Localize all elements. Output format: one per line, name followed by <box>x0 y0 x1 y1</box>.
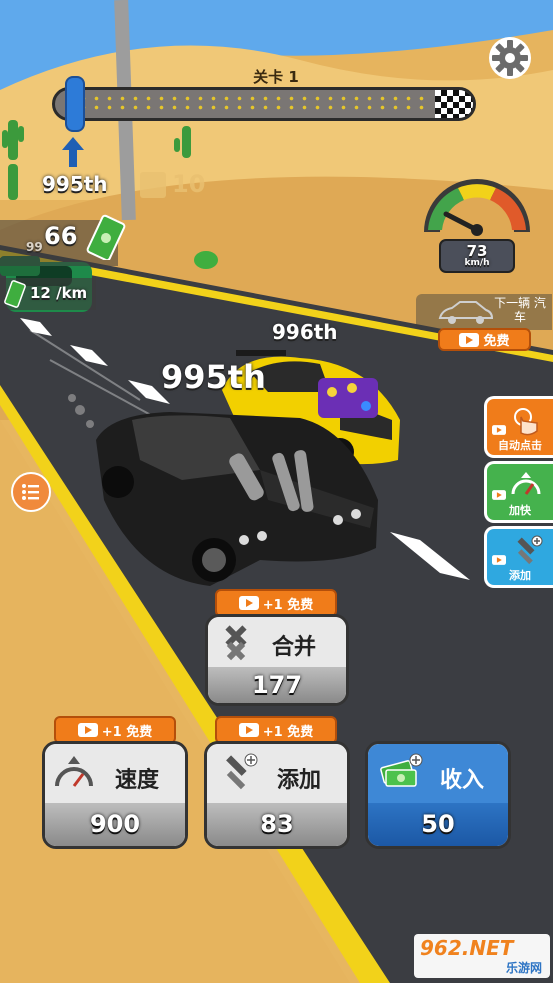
merge-card[interactable]: 合并 177 <box>205 614 349 706</box>
add-side-label: 添加 <box>509 569 531 582</box>
cash-icon <box>86 214 126 260</box>
speedometer-unit: km/h <box>464 258 490 268</box>
list-icon <box>22 484 39 500</box>
player-rank: 995th <box>161 358 266 396</box>
ghost-number: 10 <box>172 170 206 198</box>
income-label: 收入 <box>440 768 485 793</box>
auto-click-label: 自动点击 <box>498 439 542 452</box>
speed-free-label: +1 免费 <box>101 724 153 740</box>
opponent-rank: 996th <box>272 320 338 344</box>
add-value: 83 <box>260 810 294 838</box>
hammer-plus-icon <box>517 535 543 565</box>
video-icon <box>492 555 506 565</box>
arrow-up-icon <box>62 137 84 167</box>
hammer-plus-icon <box>226 753 258 790</box>
speed-up-button[interactable]: 加快 <box>484 461 553 523</box>
income-value: 50 <box>421 810 455 838</box>
add-free-button[interactable]: +1 免费 <box>215 716 337 744</box>
watermark-sub: 乐游网 <box>505 961 542 975</box>
merge-label: 合并 <box>272 635 317 660</box>
next-car-free-button[interactable]: 免费 <box>438 328 531 351</box>
speed-card[interactable]: 速度 900 <box>42 741 188 849</box>
income-card[interactable]: 收入 50 <box>365 741 511 849</box>
video-icon <box>77 723 98 737</box>
merge-value: 177 <box>251 671 303 699</box>
level-title: 关卡 1 <box>253 68 299 86</box>
cash-small-icon <box>4 280 26 308</box>
video-icon <box>238 596 259 610</box>
tap-icon <box>514 408 538 436</box>
speed-icon <box>511 472 541 495</box>
add-free-label: +1 免费 <box>262 724 314 740</box>
auto-click-button[interactable]: 自动点击 <box>484 396 553 458</box>
money-value: 66 <box>44 222 78 250</box>
speed-label: 速度 <box>115 768 160 793</box>
watermark-logo: 962.NET 乐游网 <box>414 934 550 978</box>
level-progress-track <box>52 87 476 121</box>
money-partial: 99 <box>26 240 43 254</box>
merge-free-button[interactable]: +1 免费 <box>215 589 337 617</box>
video-icon <box>238 723 259 737</box>
menu-button[interactable] <box>11 472 51 512</box>
player-progress-marker <box>65 76 85 132</box>
rank-indicator: 995th <box>42 172 108 196</box>
speed-up-label: 加快 <box>509 504 531 517</box>
add-card[interactable]: 添加 83 <box>204 741 350 849</box>
video-icon <box>459 332 480 347</box>
cash-plus-icon <box>380 753 423 787</box>
car-outline-icon <box>438 301 494 324</box>
finish-flag-icon <box>435 90 473 118</box>
next-car-free-label: 免费 <box>483 334 510 349</box>
add-side-button[interactable]: 添加 <box>484 526 553 588</box>
add-label: 添加 <box>277 768 322 793</box>
video-icon <box>492 425 506 435</box>
merge-icon <box>225 625 247 661</box>
watermark-text: 962.NET <box>420 936 514 960</box>
settings-gear-icon[interactable] <box>486 34 534 82</box>
video-icon <box>492 490 506 500</box>
speed-value: 12 /km <box>30 284 88 302</box>
next-car-label: 下一辆 汽车 <box>494 296 546 324</box>
merge-free-label: +1 免费 <box>262 597 314 613</box>
speedometer-icon <box>55 756 93 787</box>
speed-value-card: 900 <box>89 810 141 838</box>
speed-free-button[interactable]: +1 免费 <box>54 716 176 744</box>
